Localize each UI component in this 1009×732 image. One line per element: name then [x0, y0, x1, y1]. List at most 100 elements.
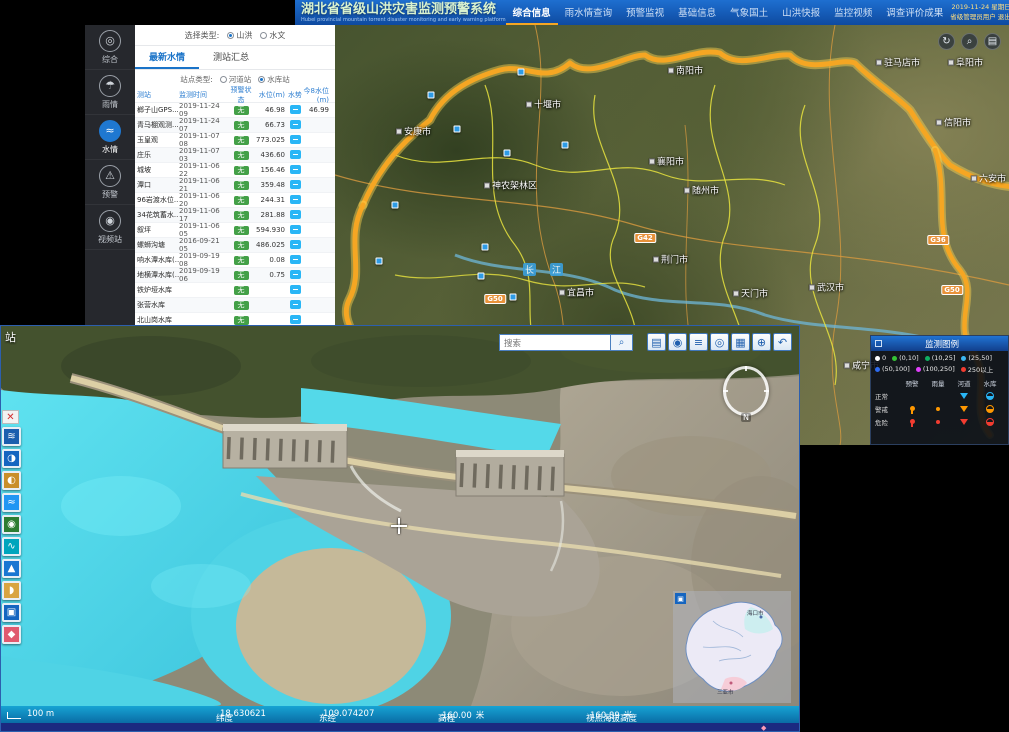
river-triangle-icon — [960, 419, 968, 425]
station-marker-icon[interactable] — [482, 244, 489, 251]
status-badge: 无 — [234, 271, 249, 280]
water-level: 486.025 — [254, 241, 287, 249]
table-row[interactable]: 螺蛳沟塘 2016-09-21 05 无 486.025 — [135, 238, 335, 253]
legend-header[interactable]: 监测图例 — [871, 336, 1008, 351]
station-marker-icon[interactable] — [478, 273, 485, 280]
minimap-island — [673, 591, 791, 703]
nav-item[interactable]: 监控视频 — [827, 0, 879, 25]
radio-mountain-flood[interactable]: 山洪 — [227, 30, 252, 41]
monitor-spiral-tool[interactable]: ◉ — [2, 515, 21, 534]
sidebar-item[interactable]: ◎ 综合 — [85, 25, 135, 70]
list-button[interactable]: ≡ — [689, 333, 708, 351]
station-marker-icon[interactable] — [562, 142, 569, 149]
table-row[interactable]: 城坡 2019-11-06 22 无 156.46 — [135, 163, 335, 178]
globe-button[interactable]: ⊕ — [752, 333, 771, 351]
table-row[interactable]: 青马棚观测... 2019-11-24 07 无 66.73 — [135, 118, 335, 133]
main-nav: 综合信息 雨水情查询 预警监视 基础信息 气象国土 山洪快报 监控视频 调查评价… — [506, 0, 951, 25]
city-marker-icon — [396, 128, 402, 134]
radio-river-station[interactable]: 河道站 — [220, 74, 252, 85]
monitor-time: 2019-09-19 08 — [179, 252, 228, 268]
back-button[interactable]: ↶ — [773, 333, 792, 351]
panel-tab[interactable]: 测站汇总 — [199, 46, 263, 69]
radio-dot — [227, 32, 234, 39]
compass-ring[interactable]: N — [723, 366, 769, 416]
nav-item[interactable]: 综合信息 — [506, 0, 558, 25]
table-row[interactable]: 铁炉垭水库 无 — [135, 283, 335, 298]
station-marker-icon[interactable] — [392, 202, 399, 209]
legend-collapse-icon[interactable] — [875, 340, 882, 347]
table-row[interactable]: 响水潭水库(... 2019-09-19 08 无 0.08 — [135, 253, 335, 268]
sidebar-item[interactable]: ◉ 视频站 — [85, 205, 135, 250]
radio-dot — [260, 32, 267, 39]
water-trend — [287, 210, 303, 221]
search-input[interactable] — [499, 334, 611, 351]
rain-dot-icon — [936, 420, 940, 424]
nav-item[interactable]: 山洪快报 — [775, 0, 827, 25]
sidebar-item[interactable]: ⚠ 预警 — [85, 160, 135, 205]
table-row[interactable]: 张营水库 无 — [135, 298, 335, 313]
table-row[interactable]: 34花筑蓄水... 2019-11-06 17 无 281.88 — [135, 208, 335, 223]
water-trend — [287, 300, 303, 311]
table-row[interactable]: 地横潭水库(... 2019-09-19 06 无 0.75 — [135, 268, 335, 283]
nav-item[interactable]: 雨水情查询 — [558, 0, 620, 25]
trend-steady-icon — [290, 240, 301, 249]
alert-status: 无 — [228, 196, 254, 205]
boat-tool[interactable]: ◆ — [2, 625, 21, 644]
close-icon[interactable]: ✕ — [2, 410, 19, 424]
eye-button[interactable]: ◎ — [710, 333, 729, 351]
nav-item[interactable]: 预警监视 — [619, 0, 671, 25]
station-marker-icon[interactable] — [428, 92, 435, 99]
station-name: 螺蛳沟塘 — [135, 240, 179, 250]
sidebar-item[interactable]: ≈ 水情 — [85, 115, 135, 160]
table-row[interactable]: 潭口 2019-11-06 21 无 359.48 — [135, 178, 335, 193]
reset-view-button[interactable]: ↻ — [938, 33, 955, 50]
zoom-search-button[interactable]: ⌕ — [961, 33, 978, 50]
city-marker-icon — [559, 289, 565, 295]
legend-bin-dot — [875, 356, 880, 361]
minimap-toggle-icon[interactable]: ▣ — [675, 593, 686, 604]
table-row[interactable]: 玉皇观 2019-11-07 08 无 773.025 — [135, 133, 335, 148]
city-label: 十堰市 — [526, 98, 561, 111]
table-row[interactable]: 叙坪 2019-11-06 05 无 594.930 — [135, 223, 335, 238]
nav-item[interactable]: 调查评价成果 — [879, 0, 950, 25]
dune-tool[interactable]: ◗ — [2, 581, 21, 600]
chart-edit-button[interactable]: ▤ — [647, 333, 666, 351]
station-marker-icon[interactable] — [518, 69, 525, 76]
status-badge: 无 — [234, 181, 249, 190]
figure-frame-tool[interactable]: ▣ — [2, 603, 21, 622]
station-marker-icon[interactable] — [376, 258, 383, 265]
city-marker-icon — [971, 175, 977, 181]
sidebar-item-icon: ≈ — [99, 120, 121, 142]
sidebar-item[interactable]: ☂ 雨情 — [85, 70, 135, 115]
radio-reservoir-station[interactable]: 水库站 — [258, 74, 290, 85]
glacier-tool[interactable]: ▲ — [2, 559, 21, 578]
splash-tool[interactable]: ∿ — [2, 537, 21, 556]
station-marker-icon[interactable] — [504, 150, 511, 157]
station-marker-icon[interactable] — [454, 126, 461, 133]
sidebar-item-label: 水情 — [102, 144, 118, 155]
nav-item[interactable]: 气象国土 — [723, 0, 775, 25]
station-marker-icon[interactable] — [510, 294, 517, 301]
layers-button[interactable]: ▤ — [984, 33, 1001, 50]
nav-item-label: 山洪快报 — [782, 5, 820, 19]
nav-item[interactable]: 基础信息 — [671, 0, 723, 25]
panel-tab[interactable]: 最新水情 — [135, 46, 199, 69]
search-icon[interactable]: ⌕ — [611, 334, 633, 351]
sand-swirl-tool[interactable]: ◐ — [2, 471, 21, 490]
alert-status: 无 — [228, 241, 254, 250]
image-button[interactable]: ▦ — [731, 333, 750, 351]
trend-steady-icon — [290, 315, 301, 324]
3d-viewer-window: 站 ⌕ ▤◉≡◎▦⊕↶ N ✕ ≋◑◐≈◉∿▲◗▣◆ ▣ 海口市 三亚市 100… — [0, 325, 800, 732]
minimap-inset[interactable]: ▣ 海口市 三亚市 — [673, 591, 791, 703]
radio-hydrology[interactable]: 水文 — [260, 30, 285, 41]
flood-waves-tool[interactable]: ≋ — [2, 427, 21, 446]
water-swirl-tool[interactable]: ◑ — [2, 449, 21, 468]
ripple-tool[interactable]: ≈ — [2, 493, 21, 512]
trend-steady-icon — [290, 285, 301, 294]
status-badge: 无 — [234, 166, 249, 175]
camera-button[interactable]: ◉ — [668, 333, 687, 351]
table-row[interactable]: 庄乐 2019-11-07 03 无 436.60 — [135, 148, 335, 163]
table-row[interactable]: 榔子山GPS... 2019-11-24 09 无 46.98 46.99 — [135, 103, 335, 118]
header-user[interactable]: 省级管理员用户 退出 — [950, 13, 1009, 23]
table-row[interactable]: 96岩渡水位... 2019-11-06 20 无 244.31 — [135, 193, 335, 208]
